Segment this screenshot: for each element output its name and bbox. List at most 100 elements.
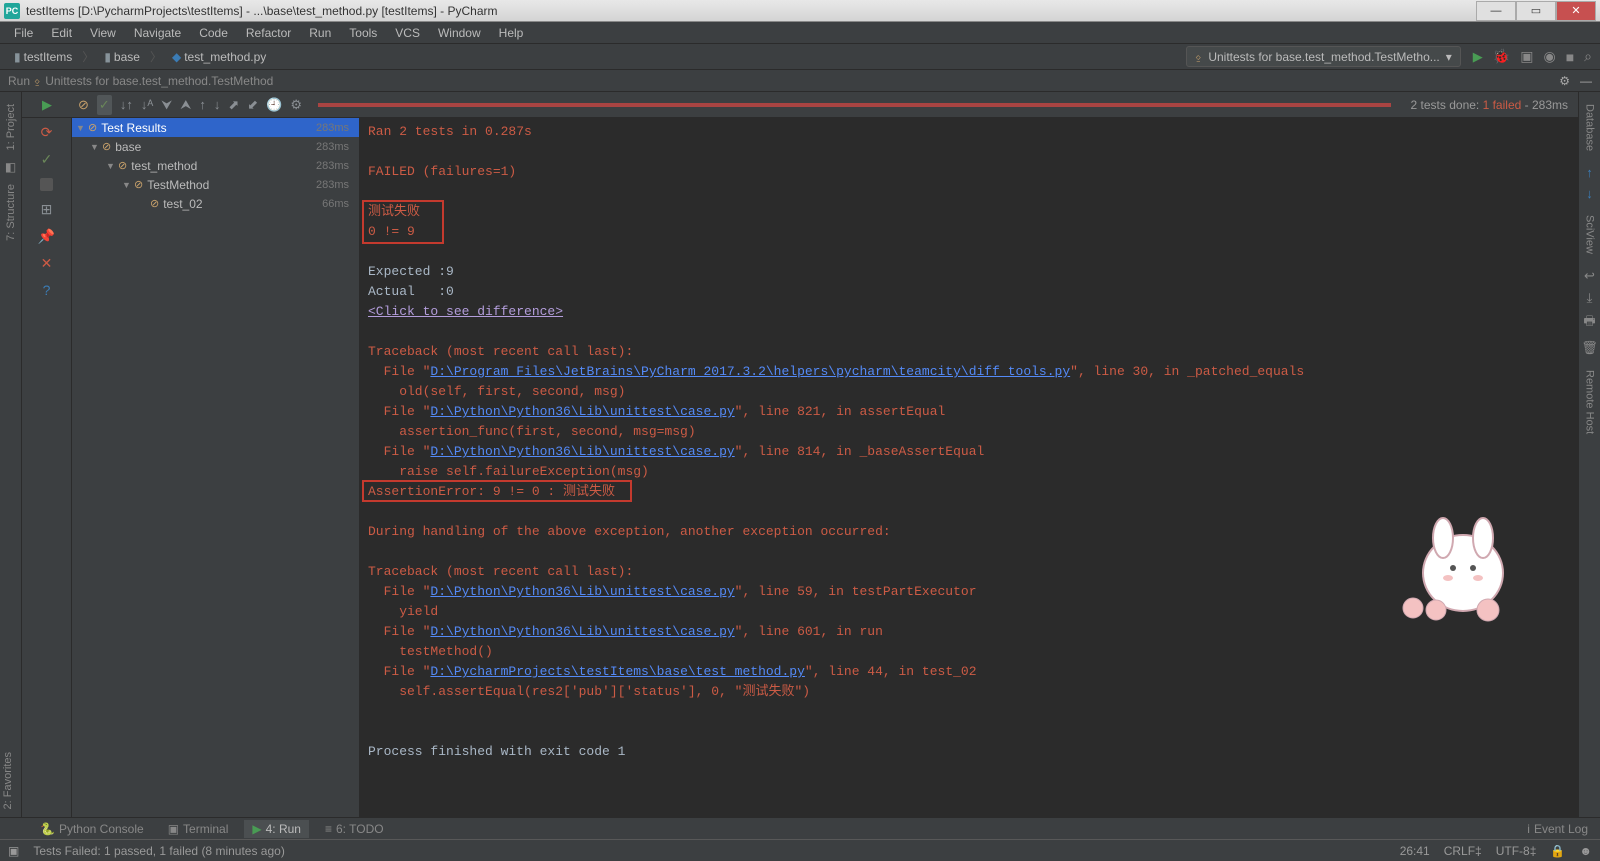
file-link[interactable]: D:\Program Files\JetBrains\PyCharm 2017.… xyxy=(430,364,1070,379)
history-button[interactable]: 🕘 xyxy=(266,97,282,113)
test-console-output[interactable]: Ran 2 tests in 0.287s FAILED (failures=1… xyxy=(360,118,1578,817)
menu-view[interactable]: View xyxy=(82,24,124,42)
tab-python-console[interactable]: 🐍 Python Console xyxy=(32,820,152,838)
rerun-failed-button[interactable]: ⟳ xyxy=(41,124,53,141)
console-line: old(self, first, second, msg) xyxy=(368,382,1570,402)
menu-tools[interactable]: Tools xyxy=(341,24,385,42)
trash-icon[interactable]: 🗑 xyxy=(1581,340,1598,356)
folder-icon: ▮ xyxy=(14,50,21,64)
show-passed-button[interactable]: ✓ xyxy=(97,95,112,115)
breadcrumb-root[interactable]: ▮testItems xyxy=(8,49,78,65)
profile-button[interactable]: ◉ xyxy=(1543,48,1555,65)
expand-all-button[interactable]: ⮟ xyxy=(161,97,172,113)
softwrap-icon[interactable]: ↩ xyxy=(1584,268,1595,284)
status-cursor-position[interactable]: 26:41 xyxy=(1400,844,1430,858)
test-settings-button[interactable]: ⚙ xyxy=(290,97,302,113)
menu-vcs[interactable]: VCS xyxy=(387,24,428,42)
menu-help[interactable]: Help xyxy=(491,24,532,42)
search-everywhere-button[interactable]: ⌕ xyxy=(1584,48,1592,65)
left-tool-gutter: 1: Project ◧ 7: Structure xyxy=(0,92,22,817)
help-button[interactable]: ? xyxy=(43,282,51,298)
status-line-separator[interactable]: CRLF‡ xyxy=(1444,844,1482,858)
collapse-all-button[interactable]: ⮝ xyxy=(180,97,191,113)
console-exit-code: Process finished with exit code 1 xyxy=(368,742,1570,762)
scroll-icon[interactable]: ⤓ xyxy=(1587,290,1593,306)
breadcrumb-folder[interactable]: ▮base xyxy=(98,49,146,65)
toggle-passed-button[interactable]: ✓ xyxy=(41,151,53,168)
menu-refactor[interactable]: Refactor xyxy=(238,24,299,42)
arrow-up-icon[interactable]: ↑ xyxy=(1586,165,1593,180)
tree-base[interactable]: ▼⊘ base 283ms xyxy=(72,137,359,156)
window-title: testItems [D:\PycharmProjects\testItems]… xyxy=(26,4,497,18)
file-link[interactable]: D:\PycharmProjects\testItems\base\test_m… xyxy=(430,664,804,679)
minimize-button[interactable]: — xyxy=(1476,1,1516,21)
stop-button[interactable] xyxy=(40,178,53,191)
console-line: File "D:\Python\Python36\Lib\unittest\ca… xyxy=(368,442,1570,462)
unittest-icon: ⍚ xyxy=(34,73,41,88)
menu-window[interactable]: Window xyxy=(430,24,489,42)
console-line: Traceback (most recent call last): xyxy=(368,342,1570,362)
menu-navigate[interactable]: Navigate xyxy=(126,24,189,42)
gear-icon[interactable]: ⚙ xyxy=(1559,74,1570,88)
tree-class[interactable]: ▼⊘ TestMethod 283ms xyxy=(72,175,359,194)
hector-icon[interactable]: ☻ xyxy=(1579,844,1592,858)
toggle-autotest-button[interactable]: ⊘ xyxy=(78,97,89,113)
prev-test-button[interactable]: ↑ xyxy=(199,97,206,112)
sort-button[interactable]: ↓↑ xyxy=(120,97,133,112)
console-assertion-error: AssertionError: 9 != 0 : 测试失败 xyxy=(368,482,1570,502)
status-tool-window-icon[interactable]: ▣ xyxy=(8,844,19,858)
debug-button[interactable]: 🐞 xyxy=(1493,48,1510,65)
status-encoding[interactable]: UTF-8‡ xyxy=(1496,844,1537,858)
bottom-tool-tabs: 🐍 Python Console ▣ Terminal ▶ 4: Run ≡ 6… xyxy=(0,817,1600,839)
tab-run[interactable]: ▶ 4: Run xyxy=(244,820,309,838)
print-icon[interactable]: 🖶 xyxy=(1583,312,1595,334)
folder-icon: ▮ xyxy=(104,50,111,64)
arrow-down-icon[interactable]: ↓ xyxy=(1586,186,1593,201)
tab-database[interactable]: Database xyxy=(1582,96,1598,159)
sort-alpha-button[interactable]: ↓ᴬ xyxy=(141,97,153,112)
menu-edit[interactable]: Edit xyxy=(43,24,80,42)
rerun-button[interactable]: ▶ xyxy=(42,97,52,113)
navigation-bar: ▮testItems 〉 ▮base 〉 ◆test_method.py ⍚ U… xyxy=(0,44,1600,70)
tab-todo[interactable]: ≡ 6: TODO xyxy=(317,820,392,838)
run-configuration-select[interactable]: ⍚ Unittests for base.test_method.TestMet… xyxy=(1186,46,1461,67)
console-line: testMethod() xyxy=(368,642,1570,662)
close-button[interactable]: ✕ xyxy=(1556,1,1596,21)
tree-test02[interactable]: ⊘ test_02 66ms xyxy=(72,194,359,213)
tab-terminal[interactable]: ▣ Terminal xyxy=(160,820,237,838)
maximize-button[interactable]: ▭ xyxy=(1516,1,1556,21)
next-test-button[interactable]: ↓ xyxy=(214,97,221,112)
export-button[interactable]: ⬈ xyxy=(228,97,239,113)
run-label: Run xyxy=(8,74,30,88)
tab-favorites[interactable]: 2: Favorites xyxy=(0,744,16,817)
file-link[interactable]: D:\Python\Python36\Lib\unittest\case.py xyxy=(430,444,734,459)
tree-method[interactable]: ▼⊘ test_method 283ms xyxy=(72,156,359,175)
tab-remote-host[interactable]: Remote Host xyxy=(1582,362,1598,442)
tab-structure[interactable]: 7: Structure xyxy=(3,176,19,249)
tab-event-log[interactable]: iEvent Log xyxy=(1519,820,1596,838)
menu-run[interactable]: Run xyxy=(301,24,339,42)
pin-button[interactable]: 📌 xyxy=(38,228,55,245)
warning-icon: ⊘ xyxy=(118,159,127,172)
run-button[interactable]: ▶ xyxy=(1473,49,1483,65)
file-link[interactable]: D:\Python\Python36\Lib\unittest\case.py xyxy=(430,404,734,419)
close-run-button[interactable]: ✕ xyxy=(41,255,53,272)
tab-project[interactable]: 1: Project xyxy=(3,96,19,158)
bookmark-icon[interactable]: ◧ xyxy=(5,160,16,174)
layout-button[interactable]: ⊞ xyxy=(41,201,53,218)
menu-code[interactable]: Code xyxy=(191,24,236,42)
diff-link[interactable]: <Click to see difference> xyxy=(368,304,563,319)
minimize-tool-icon[interactable]: — xyxy=(1580,74,1592,88)
breadcrumb-file[interactable]: ◆test_method.py xyxy=(166,49,272,65)
stop-button[interactable]: ■ xyxy=(1566,49,1574,65)
coverage-button[interactable]: ▣ xyxy=(1520,48,1533,65)
tree-root[interactable]: ▼⊘ Test Results 283ms xyxy=(72,118,359,137)
import-button[interactable]: ⬋ xyxy=(247,97,258,113)
test-results-tree[interactable]: ▼⊘ Test Results 283ms ▼⊘ base 283ms ▼⊘ t… xyxy=(72,118,360,817)
file-link[interactable]: D:\Python\Python36\Lib\unittest\case.py xyxy=(430,624,734,639)
lock-icon[interactable]: 🔒 xyxy=(1550,844,1565,858)
file-link[interactable]: D:\Python\Python36\Lib\unittest\case.py xyxy=(430,584,734,599)
left-bottom-gutter: 2: Favorites xyxy=(0,744,22,817)
tab-sciview[interactable]: SciView xyxy=(1582,207,1598,262)
menu-file[interactable]: File xyxy=(6,24,41,42)
